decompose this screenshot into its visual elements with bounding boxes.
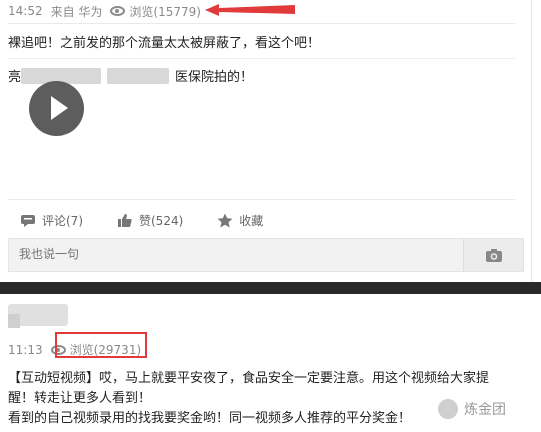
comment-box — [8, 238, 524, 272]
thumbs-up-icon — [118, 214, 132, 227]
camera-button[interactable] — [463, 239, 523, 271]
post-meta: 14:52 来自 华为 浏览(15779) — [8, 2, 217, 20]
annotation-highlight-box — [55, 332, 147, 358]
post-source: 来自 华为 — [50, 4, 103, 19]
post-text-line-1: 裸追吧！之前发的那个流量太太被屏蔽了，看这个吧！ — [8, 36, 321, 51]
camera-icon — [485, 248, 502, 262]
comment-button[interactable]: 评论(7) — [20, 212, 83, 229]
post-time: 14:52 — [8, 4, 43, 18]
wechat-icon — [438, 399, 458, 419]
watermark: 炼金团 — [438, 399, 506, 419]
view-count: 浏览(15779) — [110, 3, 209, 20]
like-button[interactable]: 赞(524) — [117, 212, 183, 229]
divider — [8, 199, 515, 200]
star-icon — [217, 213, 233, 228]
play-icon[interactable] — [29, 81, 84, 136]
post-text-line-2: 亮 医保院拍的！ — [8, 66, 253, 85]
annotation-arrow-icon — [205, 4, 295, 16]
post-card-1: 14:52 来自 华为 浏览(15779) 裸追吧！之前发的那个流量太太被屏蔽了… — [0, 0, 532, 282]
divider — [8, 58, 515, 59]
comment-input[interactable] — [19, 247, 439, 261]
view-count-label: 浏览(15779) — [129, 4, 201, 19]
divider — [8, 23, 515, 24]
favorite-button[interactable]: 收藏 — [217, 212, 263, 229]
post-actions: 评论(7) 赞(524) 收藏 — [20, 212, 297, 229]
comment-icon — [21, 214, 35, 227]
post-text-line: 【互动短视频】哎，马上就要平安夜了，食品安全一定要注意。用这个视频给大家提 — [8, 371, 490, 386]
blurred-username — [8, 314, 20, 328]
section-separator — [0, 282, 541, 294]
blurred-text — [107, 67, 170, 84]
eye-icon — [110, 6, 126, 16]
post-time: 11:13 — [8, 342, 43, 357]
